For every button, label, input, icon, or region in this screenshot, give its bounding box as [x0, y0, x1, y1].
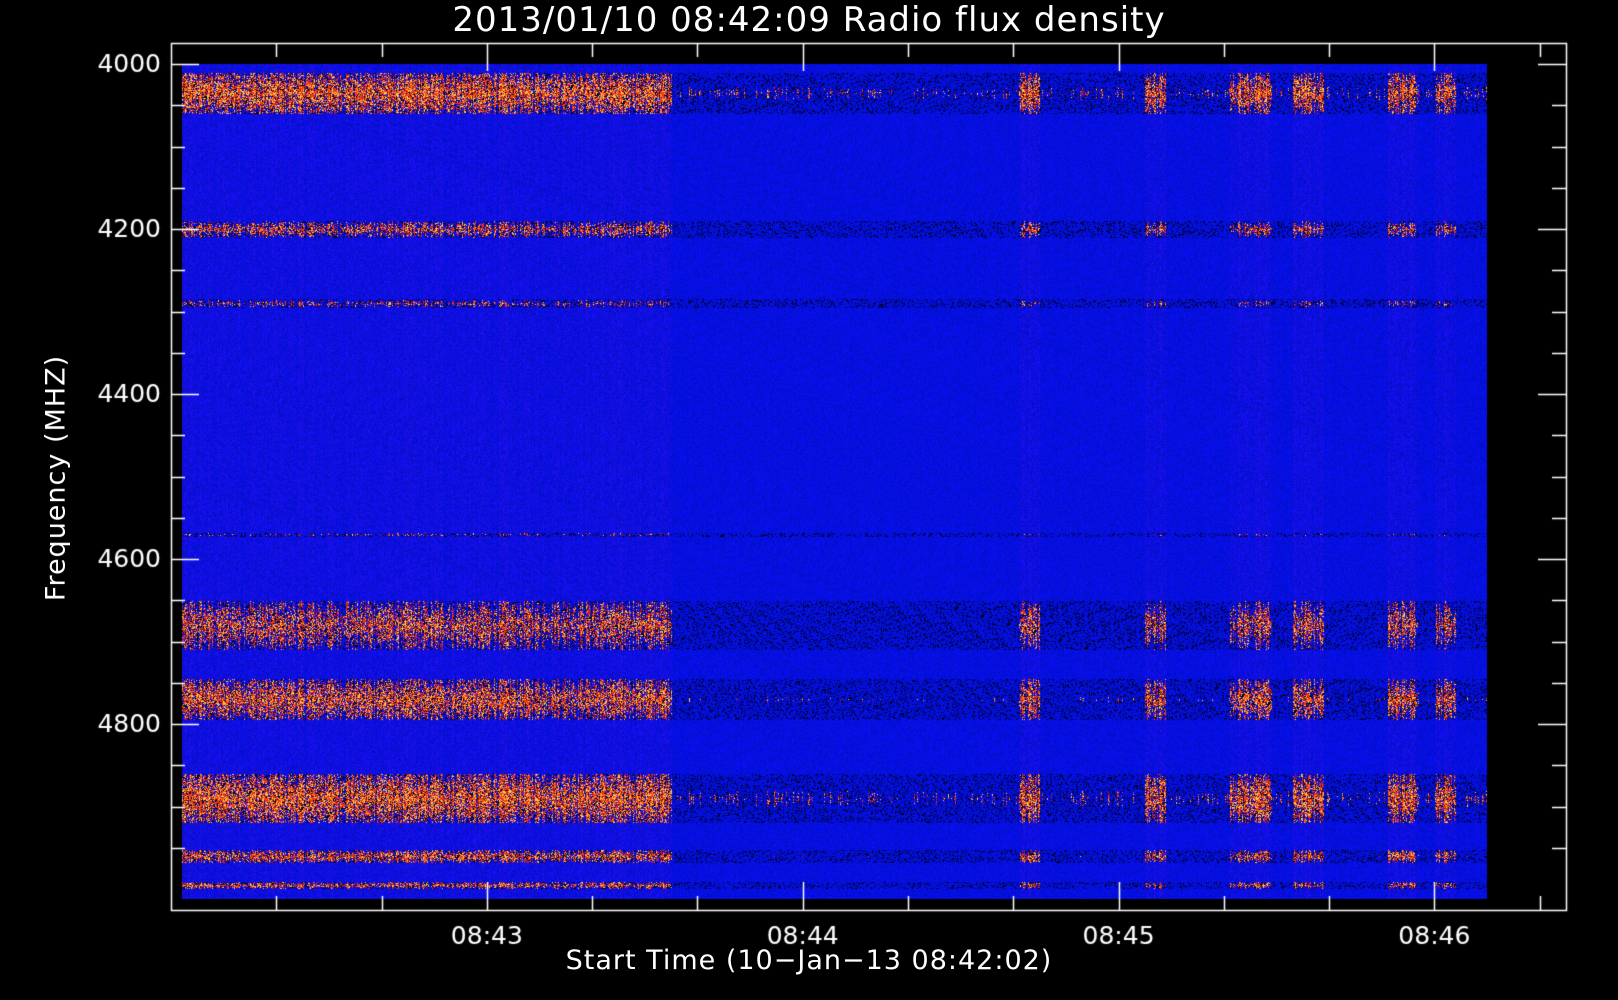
- spectrogram-plot: [0, 0, 1618, 1000]
- x-axis-label: Start Time (10−Jan−13 08:42:02): [565, 945, 1053, 976]
- y-axis-label: Frequency (MHZ): [40, 354, 72, 602]
- chart-title: 2013/01/10 08:42:09 Radio flux density: [452, 0, 1166, 40]
